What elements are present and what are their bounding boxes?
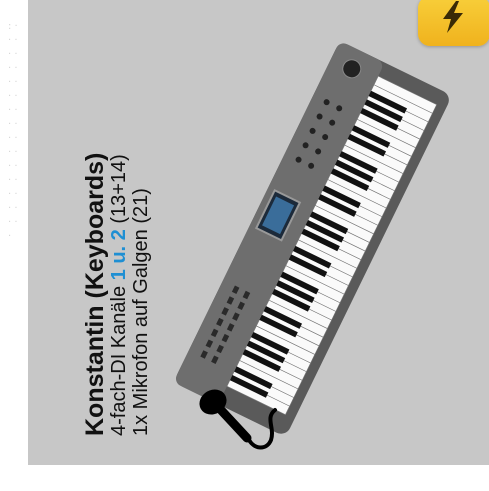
microphone-graphic <box>199 389 277 450</box>
label-line-channels: 4-fach-DI Kanäle 1 u. 2 (13+14) <box>108 56 130 436</box>
label-title: Konstantin (Keyboards) <box>81 152 109 436</box>
channels-prefix: 4-fach-DI Kanäle <box>108 280 130 436</box>
microphone-icon <box>195 380 305 470</box>
left-margin: : · · · · · · · · · · · · · · · · · · · … <box>0 0 28 491</box>
label-line-mic: 1x Mikrofon auf Galgen (21) <box>130 188 152 436</box>
instrument-label: Konstantin (Keyboards) 4-fach-DI Kanäle … <box>81 56 152 436</box>
channels-suffix: (13+14) <box>108 154 130 230</box>
channels-accent: 1 u. 2 <box>108 229 130 281</box>
edge-marks: : · · · · · · · · · · · · · · · · · · · … <box>8 21 18 242</box>
slide-canvas: : · · · · · · · · · · · · · · · · · · · … <box>0 0 489 491</box>
lightning-icon <box>443 1 463 33</box>
